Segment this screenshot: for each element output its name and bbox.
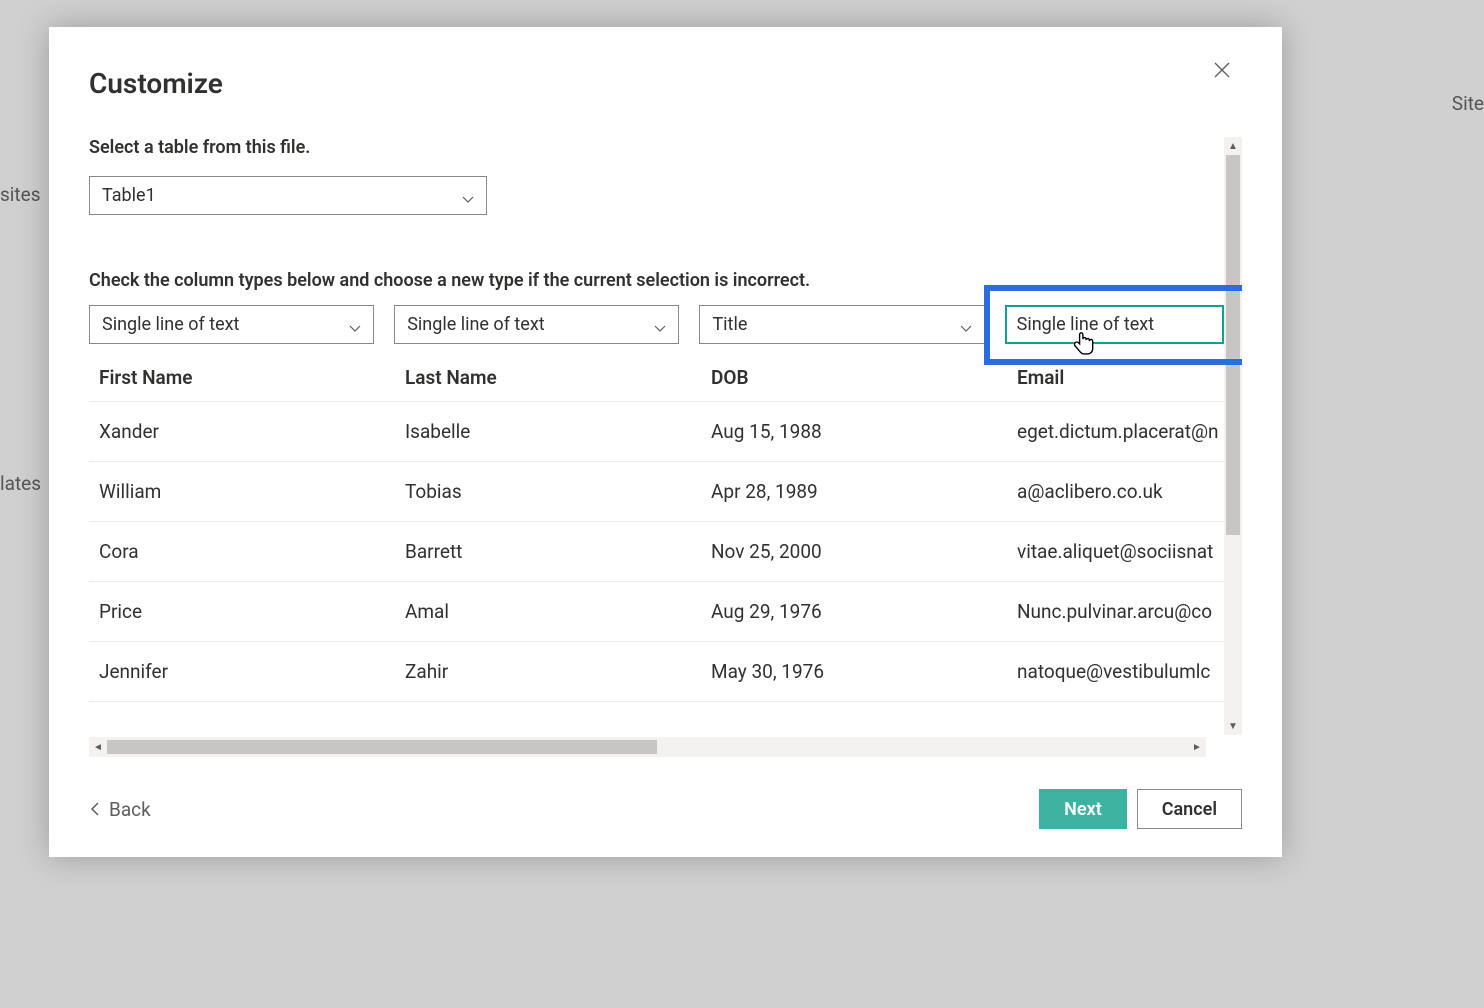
cell-first-name: Price [89,582,395,642]
column-type-selects-row: Single line of text Single line of text … [89,305,1224,344]
column-header-email: Email [1007,356,1224,402]
scroll-down-arrow-icon[interactable]: ▼ [1224,717,1242,735]
table-row: William Tobias Apr 28, 1989 a@aclibero.c… [89,462,1224,522]
close-icon [1214,62,1230,78]
column-types-label: Check the column types below and choose … [89,270,1224,291]
horizontal-scrollbar-thumb[interactable] [107,740,657,754]
cell-last-name: Amal [395,582,701,642]
cell-email: natoque@vestibulumlc [1007,642,1224,702]
backdrop-nav-lates: lates [0,472,41,495]
column-type-select-3[interactable]: Title [699,305,984,344]
table-select[interactable]: Table1 [89,176,487,215]
cancel-button[interactable]: Cancel [1137,789,1242,829]
preview-table: First Name Last Name DOB Email Xander Is… [89,356,1224,702]
cell-dob: Aug 29, 1976 [701,582,1007,642]
cursor-hand-icon [1073,331,1095,359]
vertical-scrollbar-thumb[interactable] [1226,155,1240,535]
table-row: Jennifer Zahir May 30, 1976 natoque@vest… [89,642,1224,702]
customize-modal: Customize ▲ ▼ Select a table from this f… [49,27,1282,857]
scroll-right-arrow-icon[interactable]: ► [1188,737,1206,757]
column-header-last-name: Last Name [395,356,701,402]
cancel-label: Cancel [1162,799,1217,820]
column-type-select-4[interactable]: Single line of text [1005,305,1224,344]
cell-first-name: Jennifer [89,642,395,702]
chevron-down-icon [462,190,474,202]
column-type-value: Title [712,314,747,335]
cell-dob: May 30, 1976 [701,642,1007,702]
table-row: Cora Barrett Nov 25, 2000 vitae.aliquet@… [89,522,1224,582]
back-label: Back [109,798,151,821]
scroll-area: ▲ ▼ Select a table from this file. Table… [89,137,1242,757]
close-button[interactable] [1207,55,1237,85]
vertical-scrollbar[interactable]: ▲ ▼ [1224,137,1242,735]
backdrop-nav-sites: sites [0,183,41,206]
cell-last-name: Tobias [395,462,701,522]
cell-email: a@aclibero.co.uk [1007,462,1224,522]
chevron-down-icon [654,319,666,331]
horizontal-scrollbar[interactable]: ◄ ► [89,737,1206,757]
column-type-value: Single line of text [102,314,239,335]
table-select-value: Table1 [102,185,156,206]
cell-last-name: Zahir [395,642,701,702]
scroll-left-arrow-icon[interactable]: ◄ [89,737,107,757]
next-label: Next [1064,799,1102,820]
cell-first-name: William [89,462,395,522]
column-type-select-2[interactable]: Single line of text [394,305,679,344]
cell-last-name: Isabelle [395,402,701,462]
scroll-up-arrow-icon[interactable]: ▲ [1224,137,1242,155]
table-row: Xander Isabelle Aug 15, 1988 eget.dictum… [89,402,1224,462]
cell-dob: Nov 25, 2000 [701,522,1007,582]
cell-email: Nunc.pulvinar.arcu@co [1007,582,1224,642]
cell-first-name: Cora [89,522,395,582]
back-button[interactable]: Back [89,798,151,821]
modal-title: Customize [89,67,1242,100]
cell-first-name: Xander [89,402,395,462]
modal-footer: Back Next Cancel [89,789,1242,829]
select-table-label: Select a table from this file. [89,137,1224,158]
table-row: Price Amal Aug 29, 1976 Nunc.pulvinar.ar… [89,582,1224,642]
cell-last-name: Barrett [395,522,701,582]
column-type-select-1[interactable]: Single line of text [89,305,374,344]
chevron-left-icon [89,801,101,817]
column-header-dob: DOB [701,356,1007,402]
chevron-down-icon [349,319,361,331]
table-header-row: First Name Last Name DOB Email [89,356,1224,402]
chevron-down-icon [960,319,972,331]
backdrop-nav-site: Site [1452,92,1484,115]
cell-email: vitae.aliquet@sociisnat [1007,522,1224,582]
cell-dob: Apr 28, 1989 [701,462,1007,522]
column-type-value: Single line of text [407,314,544,335]
cell-email: eget.dictum.placerat@n [1007,402,1224,462]
cell-dob: Aug 15, 1988 [701,402,1007,462]
next-button[interactable]: Next [1039,789,1127,829]
column-header-first-name: First Name [89,356,395,402]
